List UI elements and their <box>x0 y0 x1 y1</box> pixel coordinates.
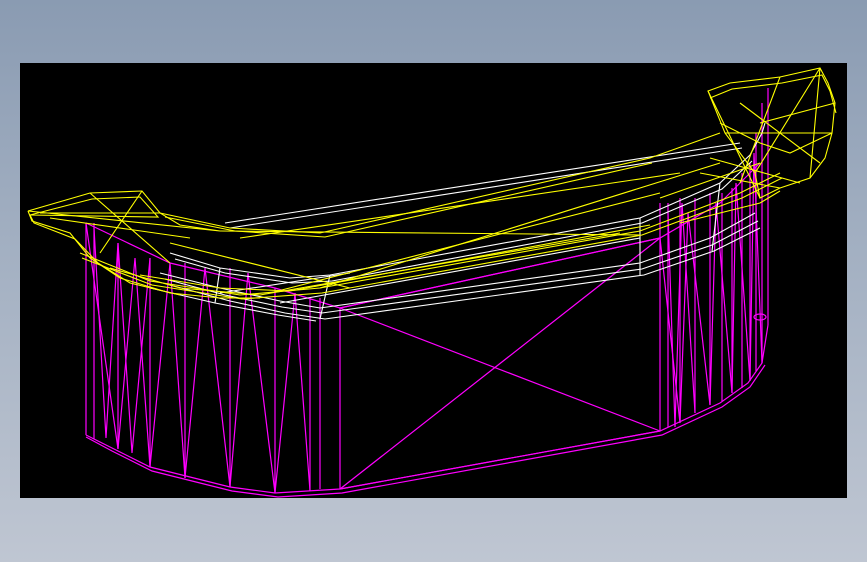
wireframe-model <box>27 67 837 498</box>
cad-viewport[interactable] <box>20 63 847 498</box>
white-rim-wireframe <box>149 122 766 322</box>
